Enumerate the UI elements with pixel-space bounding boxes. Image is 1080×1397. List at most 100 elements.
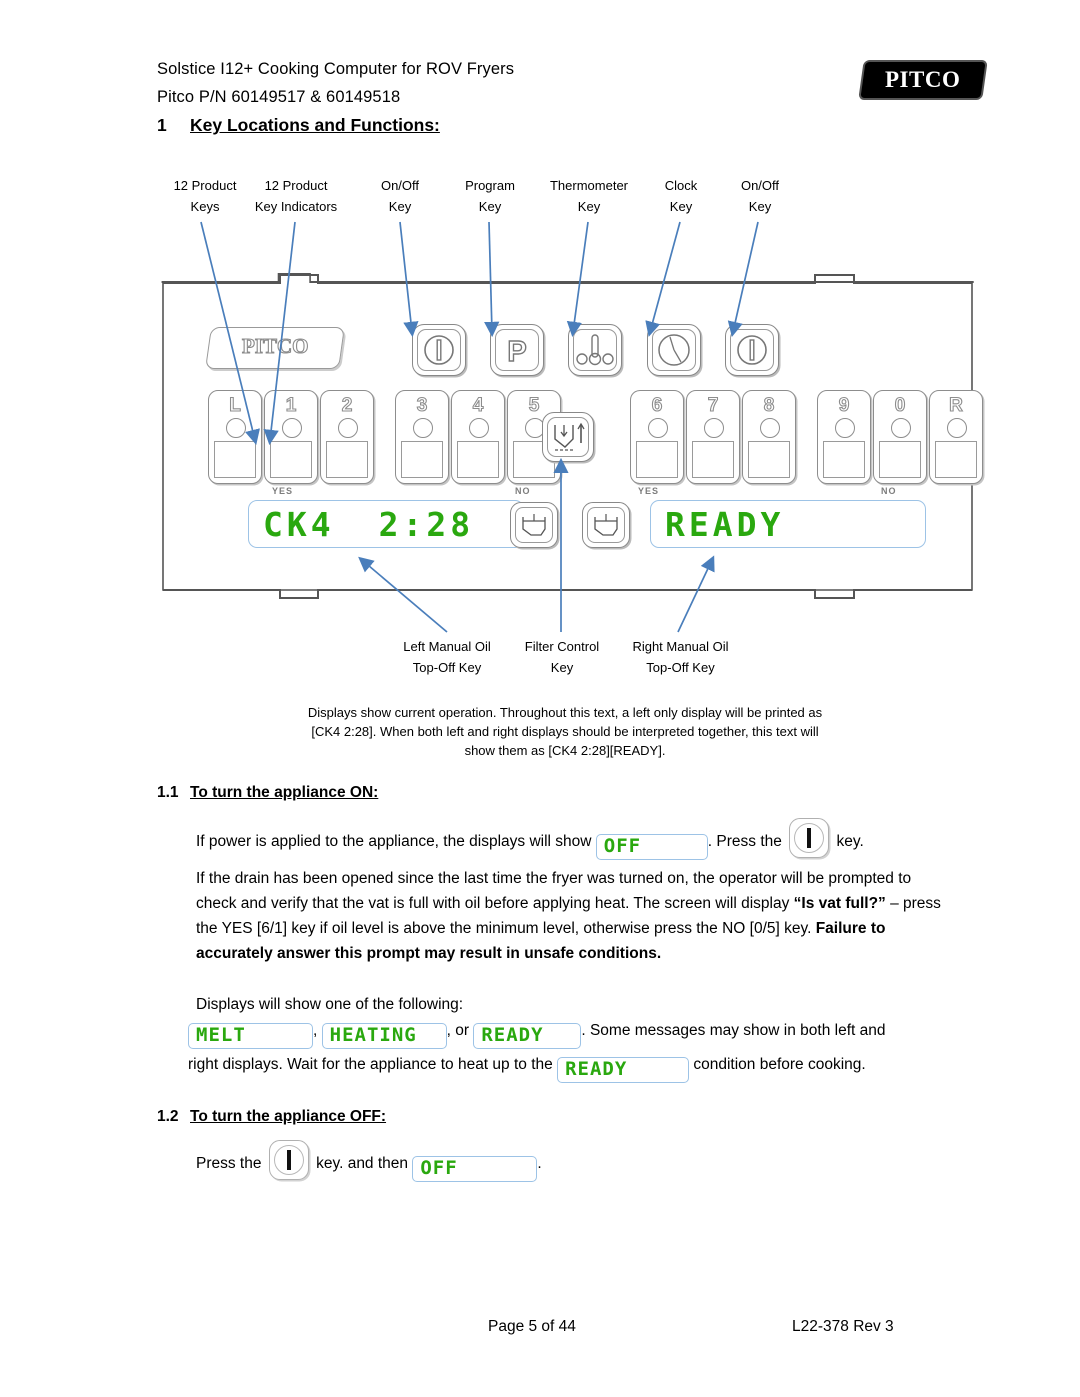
ready-wait-after: condition before cooking. <box>693 1056 866 1073</box>
product-key-3[interactable]: 3 <box>395 390 449 484</box>
section-1-1-number: 1.1 <box>157 784 179 801</box>
power-icon <box>424 335 454 365</box>
program-key[interactable]: P <box>490 324 544 376</box>
status-separator-1: , <box>313 1022 318 1039</box>
product-key-indicator <box>338 418 358 438</box>
power-on-text-before: If power is applied to the appliance, th… <box>196 833 592 850</box>
product-key-pad <box>879 441 921 478</box>
status-text-after: . Some messages may show in both left an… <box>581 1022 886 1039</box>
panel-pitco-logo: PITCO <box>205 327 345 369</box>
callout-line-2: Top-Off Key <box>646 660 715 675</box>
product-key-label: L <box>229 394 242 416</box>
product-key-indicator <box>835 418 855 438</box>
product-key-label: 6 <box>651 394 663 416</box>
footer-page-number: Page 5 of 44 <box>488 1318 576 1335</box>
product-key-indicator <box>891 418 911 438</box>
product-key-pad <box>326 441 368 478</box>
product-key-indicator <box>226 418 246 438</box>
product-key-L[interactable]: L <box>208 390 262 484</box>
left-display-text: CK4 <box>263 504 335 544</box>
product-key-pad <box>457 441 499 478</box>
clock-icon <box>658 334 690 366</box>
section-1-1-title: To turn the appliance ON: <box>190 784 379 801</box>
filter-control-key[interactable] <box>542 412 594 462</box>
product-key-label: 2 <box>341 394 353 416</box>
filter-icon <box>554 422 585 451</box>
product-key-indicator <box>282 418 302 438</box>
callout-line-1: 12 Product <box>264 178 328 193</box>
callout-filter-control-key: Filter Control Key <box>502 636 622 678</box>
page-title: Solstice I12+ Cooking Computer for ROV F… <box>157 60 515 78</box>
product-key-8[interactable]: 8 <box>742 390 796 484</box>
right-manual-oil-top-off-key[interactable] <box>582 502 630 548</box>
product-key-label: 4 <box>472 394 484 416</box>
pitco-logo-text: PITCO <box>885 67 961 92</box>
callout-line-2: Key <box>550 660 574 675</box>
power-off-paragraph: Press the key. and then OFF. <box>196 1140 896 1182</box>
power-on-paragraph: If power is applied to the appliance, th… <box>196 818 976 860</box>
callout-line-1: Left Manual Oil <box>403 639 491 654</box>
on-off-key-right[interactable] <box>725 324 779 376</box>
right-display-text: READY <box>665 504 785 544</box>
product-key-label: 7 <box>707 394 719 416</box>
product-key-0[interactable]: 0 <box>873 390 927 484</box>
product-key-pad <box>270 441 312 478</box>
product-key-label: 1 <box>285 394 297 416</box>
product-key-label: 0 <box>894 394 906 416</box>
power-off-after: . <box>537 1155 542 1172</box>
callout-on-off-key-right: On/Off Key <box>700 175 820 217</box>
section-1-2-number: 1.2 <box>157 1108 179 1125</box>
product-key-4[interactable]: 4 <box>451 390 505 484</box>
product-key-pad <box>401 441 443 478</box>
power-bar-icon <box>807 828 812 848</box>
power-icon <box>737 335 767 365</box>
power-on-text-mid: . Press the <box>707 833 782 850</box>
panel-pitco-logo-text: PITCO <box>241 333 309 358</box>
product-key-indicator <box>760 418 780 438</box>
callout-12-product-key-indicators: 12 Product Key Indicators <box>236 175 356 217</box>
ready-display-2: READY <box>557 1056 690 1083</box>
product-key-indicator <box>648 418 668 438</box>
left-manual-oil-top-off-key[interactable] <box>510 502 558 548</box>
drain-warning-paragraph: If the drain has been opened since the l… <box>196 866 954 966</box>
yes-label-left: YES <box>272 486 294 496</box>
product-key-6[interactable]: 6 <box>630 390 684 484</box>
section-1-1-heading: 1.1 To turn the appliance ON: <box>157 784 378 802</box>
product-key-R[interactable]: R <box>929 390 983 484</box>
product-key-9[interactable]: 9 <box>817 390 871 484</box>
section-1-title: Key Locations and Functions: <box>190 115 440 135</box>
product-key-2[interactable]: 2 <box>320 390 374 484</box>
product-key-pad <box>636 441 678 478</box>
ready-wait-before: right displays. Wait for the appliance t… <box>188 1056 553 1073</box>
clock-key[interactable] <box>647 324 701 376</box>
product-key-7[interactable]: 7 <box>686 390 740 484</box>
callout-line-1: Right Manual Oil <box>632 639 729 654</box>
callout-right-manual-oil-top-off-key: Right Manual Oil Top-Off Key <box>618 636 743 678</box>
on-off-key-inline[interactable] <box>789 818 830 858</box>
on-off-key-inline-2[interactable] <box>268 1140 309 1180</box>
power-on-text-after: key. <box>836 833 864 850</box>
on-off-key-left[interactable] <box>412 324 466 376</box>
product-key-pad <box>935 441 977 478</box>
product-key-label: 9 <box>838 394 850 416</box>
callout-left-manual-oil-top-off-key: Left Manual Oil Top-Off Key <box>387 636 507 678</box>
oil-top-off-icon <box>522 514 546 536</box>
off-display-inline: OFF <box>595 833 708 860</box>
status-intro-text: Displays will show one of the following: <box>196 996 464 1013</box>
section-1-heading: 1 Key Locations and Functions: <box>157 115 440 136</box>
power-off-mid: key. and then <box>316 1155 409 1172</box>
thermometer-key[interactable] <box>568 324 622 376</box>
callout-line-2: Key <box>748 199 772 214</box>
ready-display: READY <box>473 1022 582 1049</box>
section-1-2-title: To turn the appliance OFF: <box>190 1108 387 1125</box>
svg-text:P: P <box>507 336 526 368</box>
section-1-2-heading: 1.2 To turn the appliance OFF: <box>157 1108 386 1126</box>
ready-wait-row: right displays. Wait for the appliance t… <box>188 1052 988 1083</box>
right-display: READY <box>650 500 926 548</box>
footer-document-id: L22-378 Rev 3 <box>792 1318 894 1335</box>
no-label-left: NO <box>515 486 531 496</box>
document-page: Solstice I12+ Cooking Computer for ROV F… <box>0 0 1080 1397</box>
product-key-1[interactable]: 1 <box>264 390 318 484</box>
part-number: Pitco P/N 60149517 & 60149518 <box>157 88 401 106</box>
off-display-inline-2: OFF <box>412 1155 538 1182</box>
